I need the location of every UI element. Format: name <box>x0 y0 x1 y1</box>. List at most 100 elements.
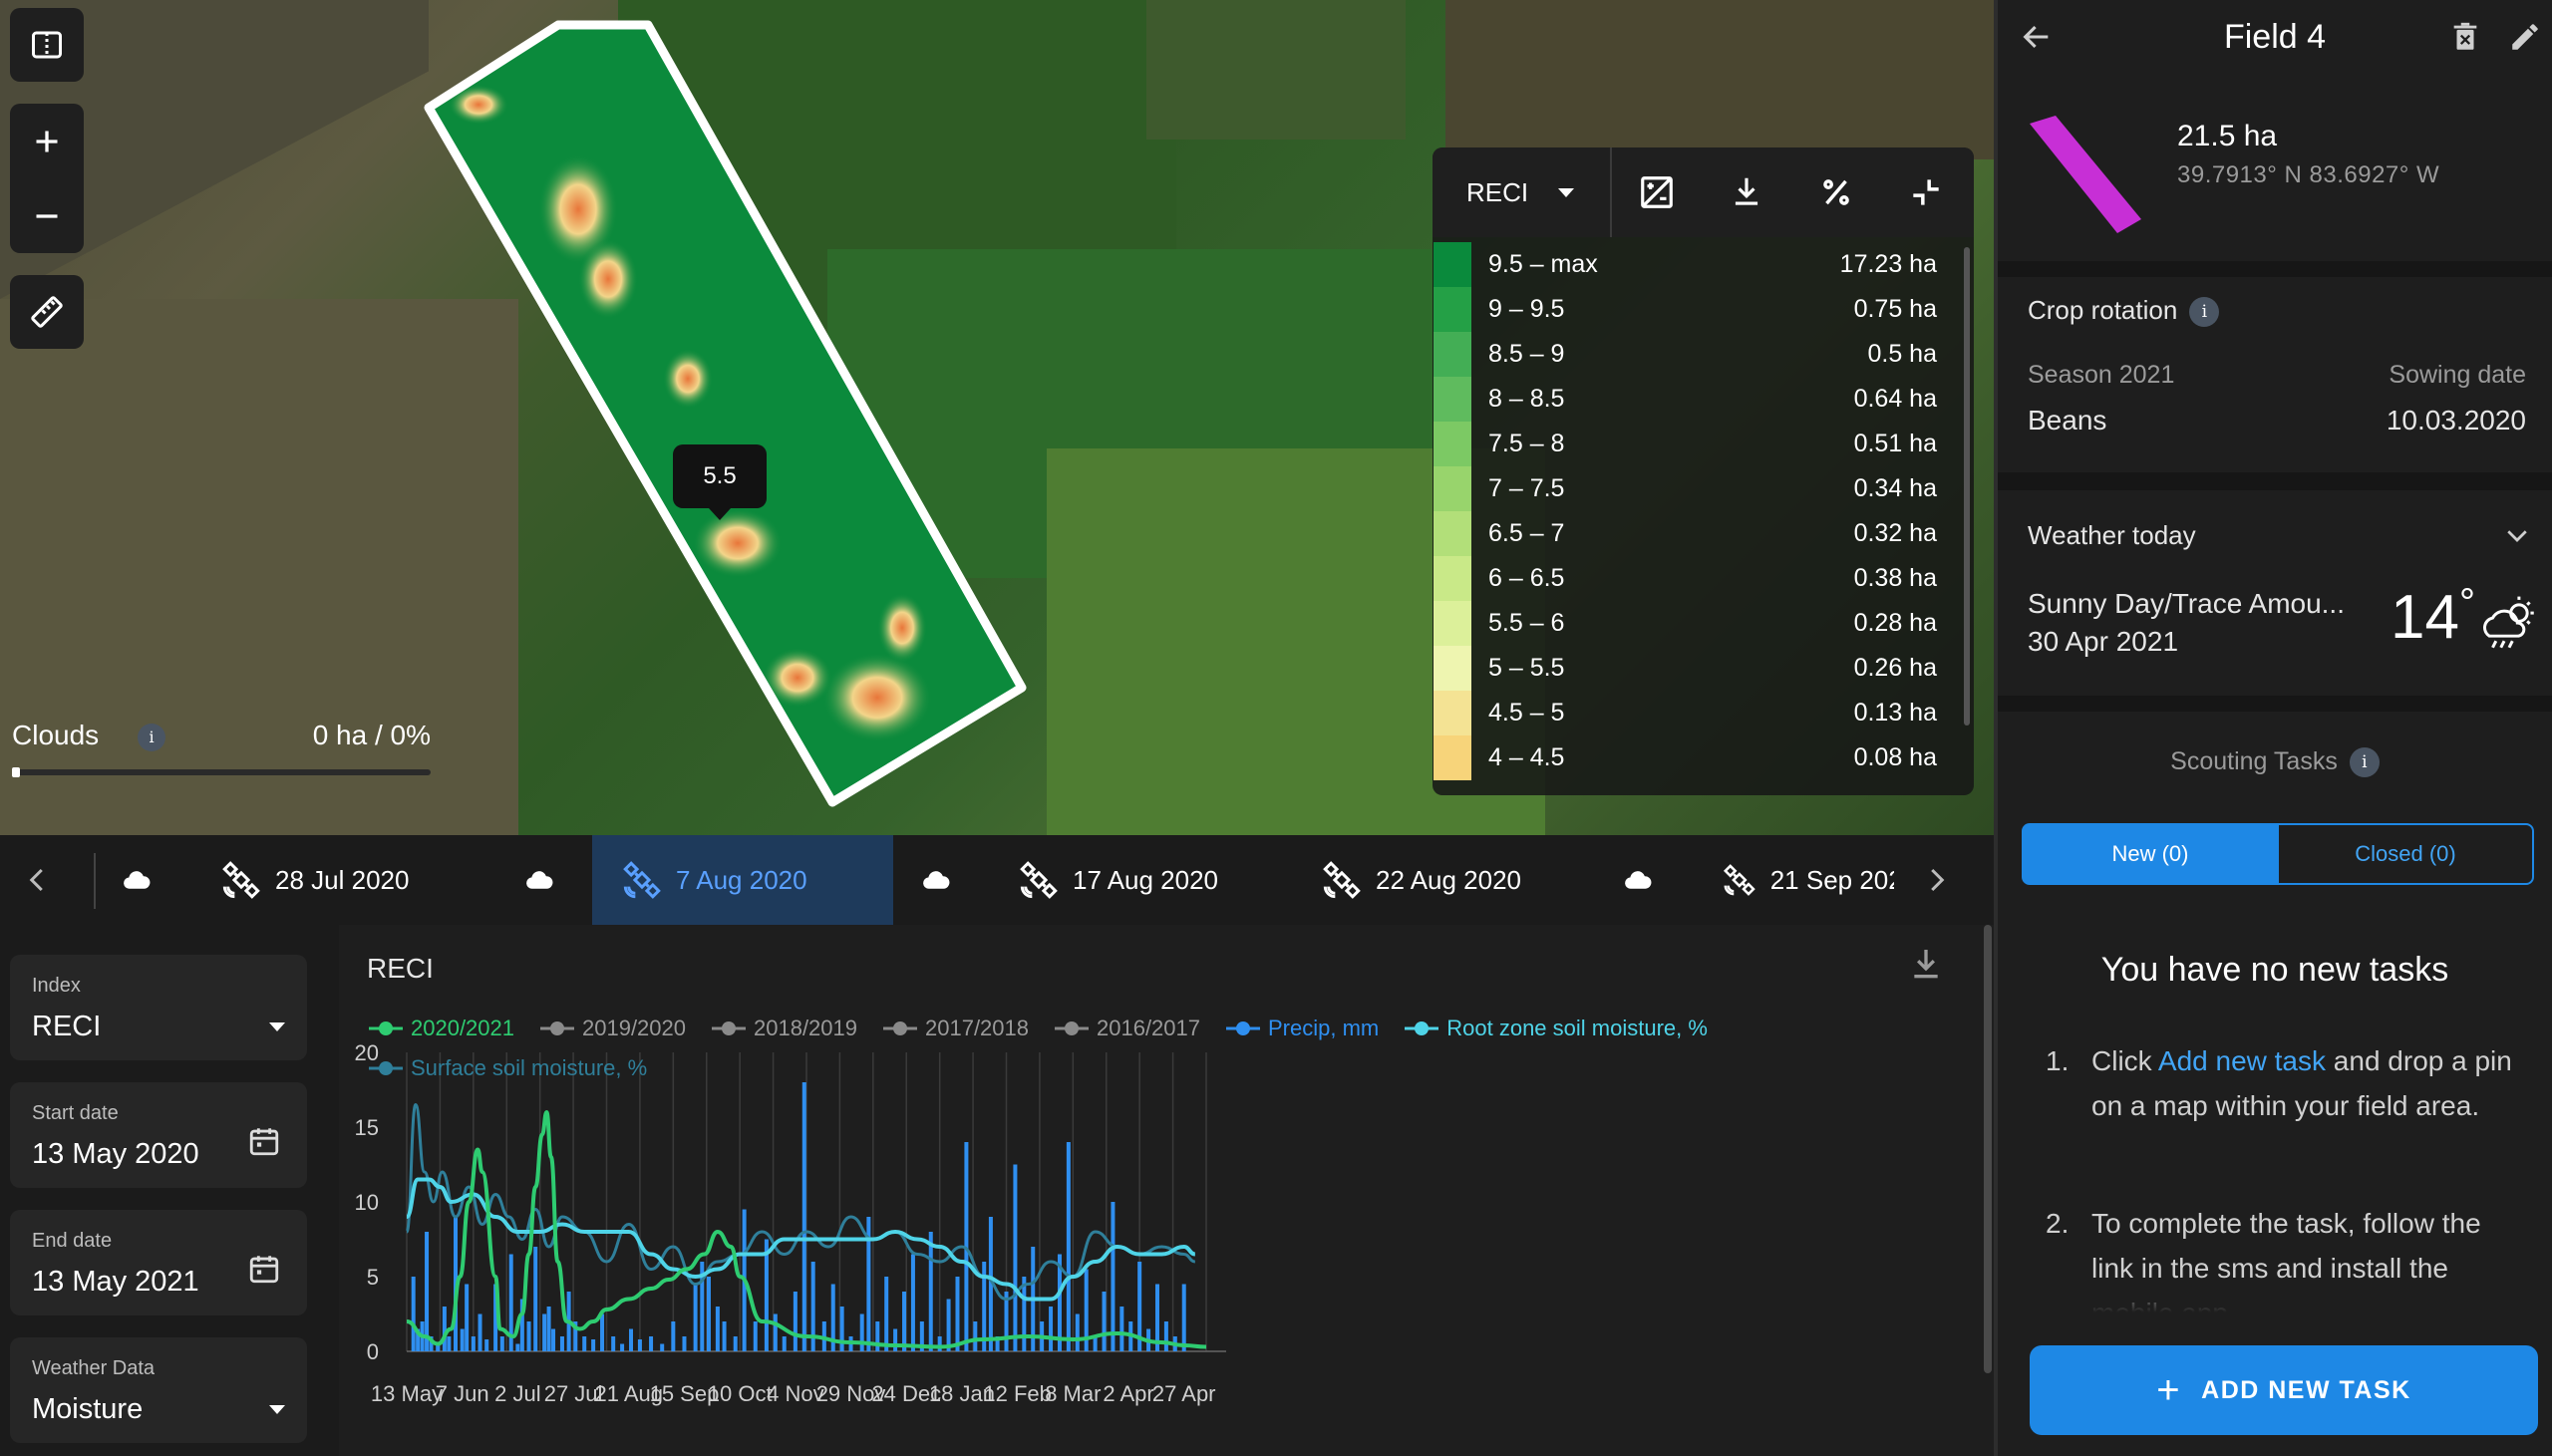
prev-date-button[interactable] <box>0 835 76 925</box>
download-map-button[interactable] <box>1702 147 1791 237</box>
weather-data-select[interactable]: Weather Data Moisture <box>10 1337 307 1443</box>
precip-bar <box>1163 1321 1168 1351</box>
legend-swatch <box>1434 646 1471 691</box>
precip-bar <box>484 1339 489 1351</box>
precip-bar <box>910 1254 915 1351</box>
crop-rotation-heading: Crop rotation i <box>2028 295 2220 328</box>
precip-bar <box>1111 1202 1116 1351</box>
image-date-item[interactable]: 22 Aug 2020 <box>1322 835 1521 925</box>
legend-row: 5 – 5.5 0.26 ha <box>1433 646 1974 691</box>
chart-legend-item[interactable]: Root zone soil moisture, % <box>1405 1009 1708 1048</box>
zoom-in-button[interactable] <box>29 104 65 178</box>
calendar-icon[interactable] <box>247 1252 281 1286</box>
legend-label: Surface soil moisture, % <box>411 1055 648 1080</box>
y-tick-label: 0 <box>367 1339 379 1364</box>
image-date-item[interactable]: 21 Sep 2020 <box>1723 835 1894 925</box>
image-date-label: 17 Aug 2020 <box>1072 864 1218 895</box>
scouting-title: Scouting Tasks <box>2170 747 2338 775</box>
step-text-pre: Click <box>2091 1045 2158 1076</box>
add-new-task-button[interactable]: + ADD NEW TASK <box>2030 1345 2538 1435</box>
precip-bar <box>722 1321 727 1351</box>
start-date-field[interactable]: Start date 13 May 2020 <box>10 1082 307 1188</box>
delete-field-button[interactable] <box>2448 20 2482 59</box>
chart-legend-item[interactable]: 2020/2021 <box>369 1009 514 1048</box>
add-new-task-link[interactable]: Add new task <box>2158 1045 2326 1076</box>
divider <box>94 853 96 909</box>
temperature-unit: ° <box>2458 581 2475 625</box>
map-view[interactable]: Clouds i 0 ha / 0% 5.5 RECI 9.5 – max 17… <box>0 0 1994 835</box>
precip-bar <box>859 1313 864 1351</box>
field-sidebar: Field 4 21.5 ha 39.7913° N 83.6927° W Cr… <box>1994 0 2552 1456</box>
index-chart[interactable]: 0510152013 May7 Jun 2 Jul 27 Jul21 Aug15 S… <box>339 925 1994 1456</box>
precip-bar <box>526 1321 531 1351</box>
legend-scrollbar[interactable] <box>1964 247 1970 726</box>
legend-row: 9.5 – max 17.23 ha <box>1433 242 1974 287</box>
download-icon[interactable] <box>1906 945 1946 985</box>
cloudy-date-item[interactable] <box>524 835 568 925</box>
image-date-item[interactable]: 28 Jul 2020 <box>221 835 421 925</box>
image-date-item[interactable]: 7 Aug 2020 <box>592 835 893 925</box>
cloudy-date-item[interactable] <box>1623 835 1667 925</box>
legend-row: 7 – 7.5 0.34 ha <box>1433 466 1974 511</box>
expand-weather-button[interactable] <box>2502 520 2532 555</box>
chart-legend-item[interactable]: 2018/2019 <box>712 1009 857 1048</box>
clouds-slider-thumb[interactable] <box>12 767 20 777</box>
chart-legend-item[interactable]: Precip, mm <box>1226 1009 1379 1048</box>
minus-icon <box>36 213 58 218</box>
chart-scrollbar[interactable] <box>1984 925 1992 1373</box>
legend-range: 6 – 6.5 <box>1488 564 1565 592</box>
precip-bar <box>1075 1313 1080 1351</box>
chart-legend-item[interactable]: 2017/2018 <box>883 1009 1029 1048</box>
season-label: Season 2021 <box>2028 361 2175 389</box>
index-select[interactable]: Index RECI <box>10 955 307 1060</box>
tab-closed-tasks[interactable]: Closed (0) <box>2277 823 2534 885</box>
chart-legend-item[interactable]: Surface soil moisture, % <box>369 1048 647 1088</box>
legend-range: 6.5 – 7 <box>1488 519 1565 547</box>
info-icon[interactable]: i <box>2349 747 2380 778</box>
plus-icon <box>36 131 58 151</box>
precip-bar <box>937 1336 942 1351</box>
chart-legend-item[interactable]: 2019/2020 <box>540 1009 686 1048</box>
clouds-slider-track[interactable] <box>12 769 431 775</box>
legend-marker-shape <box>369 1021 403 1035</box>
toggle-panel-button[interactable] <box>10 8 84 82</box>
scouting-heading: Scouting Tasks i <box>1998 747 2552 778</box>
legend-swatch <box>1434 556 1471 601</box>
step-number: 1. <box>2046 1045 2070 1076</box>
legend-label: 2018/2019 <box>754 1016 857 1040</box>
precip-bar <box>793 1292 798 1351</box>
sowing-date-value: 10.03.2020 <box>2386 405 2526 436</box>
legend-area: 0.5 ha <box>1867 340 1937 368</box>
legend-area: 0.51 ha <box>1853 430 1937 457</box>
next-date-button[interactable] <box>1898 835 1974 925</box>
field-shape-thumbnail <box>2030 116 2141 233</box>
image-date-item[interactable]: 17 Aug 2020 <box>1019 835 1218 925</box>
zoom-out-button[interactable] <box>29 178 65 253</box>
legend-row: 6 – 6.5 0.38 ha <box>1433 556 1974 601</box>
index-chart-panel: 0 5 10 15 20 13 May 7 Jun 2 Jul 27 Jul 21 Aug 15 S… <box>339 925 1994 1456</box>
percent-toggle-button[interactable] <box>1791 147 1881 237</box>
y-tick-label: 5 <box>367 1265 379 1290</box>
chart-settings-form: Index RECI Start date 13 May 2020 End da… <box>0 925 339 1456</box>
index-dropdown[interactable]: RECI <box>1433 147 1612 237</box>
x-tick-label: 2 Apr <box>1103 1381 1153 1406</box>
info-icon[interactable]: i <box>2189 297 2220 328</box>
chevron-down-icon <box>1558 187 1575 197</box>
calendar-icon[interactable] <box>247 1124 281 1158</box>
precip-bar <box>465 1284 470 1351</box>
precip-bar <box>559 1336 564 1351</box>
chart-legend-item[interactable]: 2016/2017 <box>1055 1009 1200 1048</box>
clouds-control: Clouds i 0 ha / 0% <box>12 716 431 777</box>
legend-marker <box>369 1058 403 1078</box>
edit-field-button[interactable] <box>2508 20 2542 59</box>
measure-button[interactable] <box>10 275 84 349</box>
cloudy-date-item[interactable] <box>122 835 165 925</box>
zoom-control <box>10 104 84 253</box>
end-date-field[interactable]: End date 13 May 2021 <box>10 1210 307 1315</box>
cloudy-date-item[interactable] <box>921 835 965 925</box>
info-icon[interactable]: i <box>138 724 165 751</box>
tab-new-tasks[interactable]: New (0) <box>2022 823 2279 885</box>
legend-swatch <box>1434 422 1471 466</box>
contrast-button[interactable] <box>1612 147 1702 237</box>
collapse-legend-button[interactable] <box>1881 147 1971 237</box>
